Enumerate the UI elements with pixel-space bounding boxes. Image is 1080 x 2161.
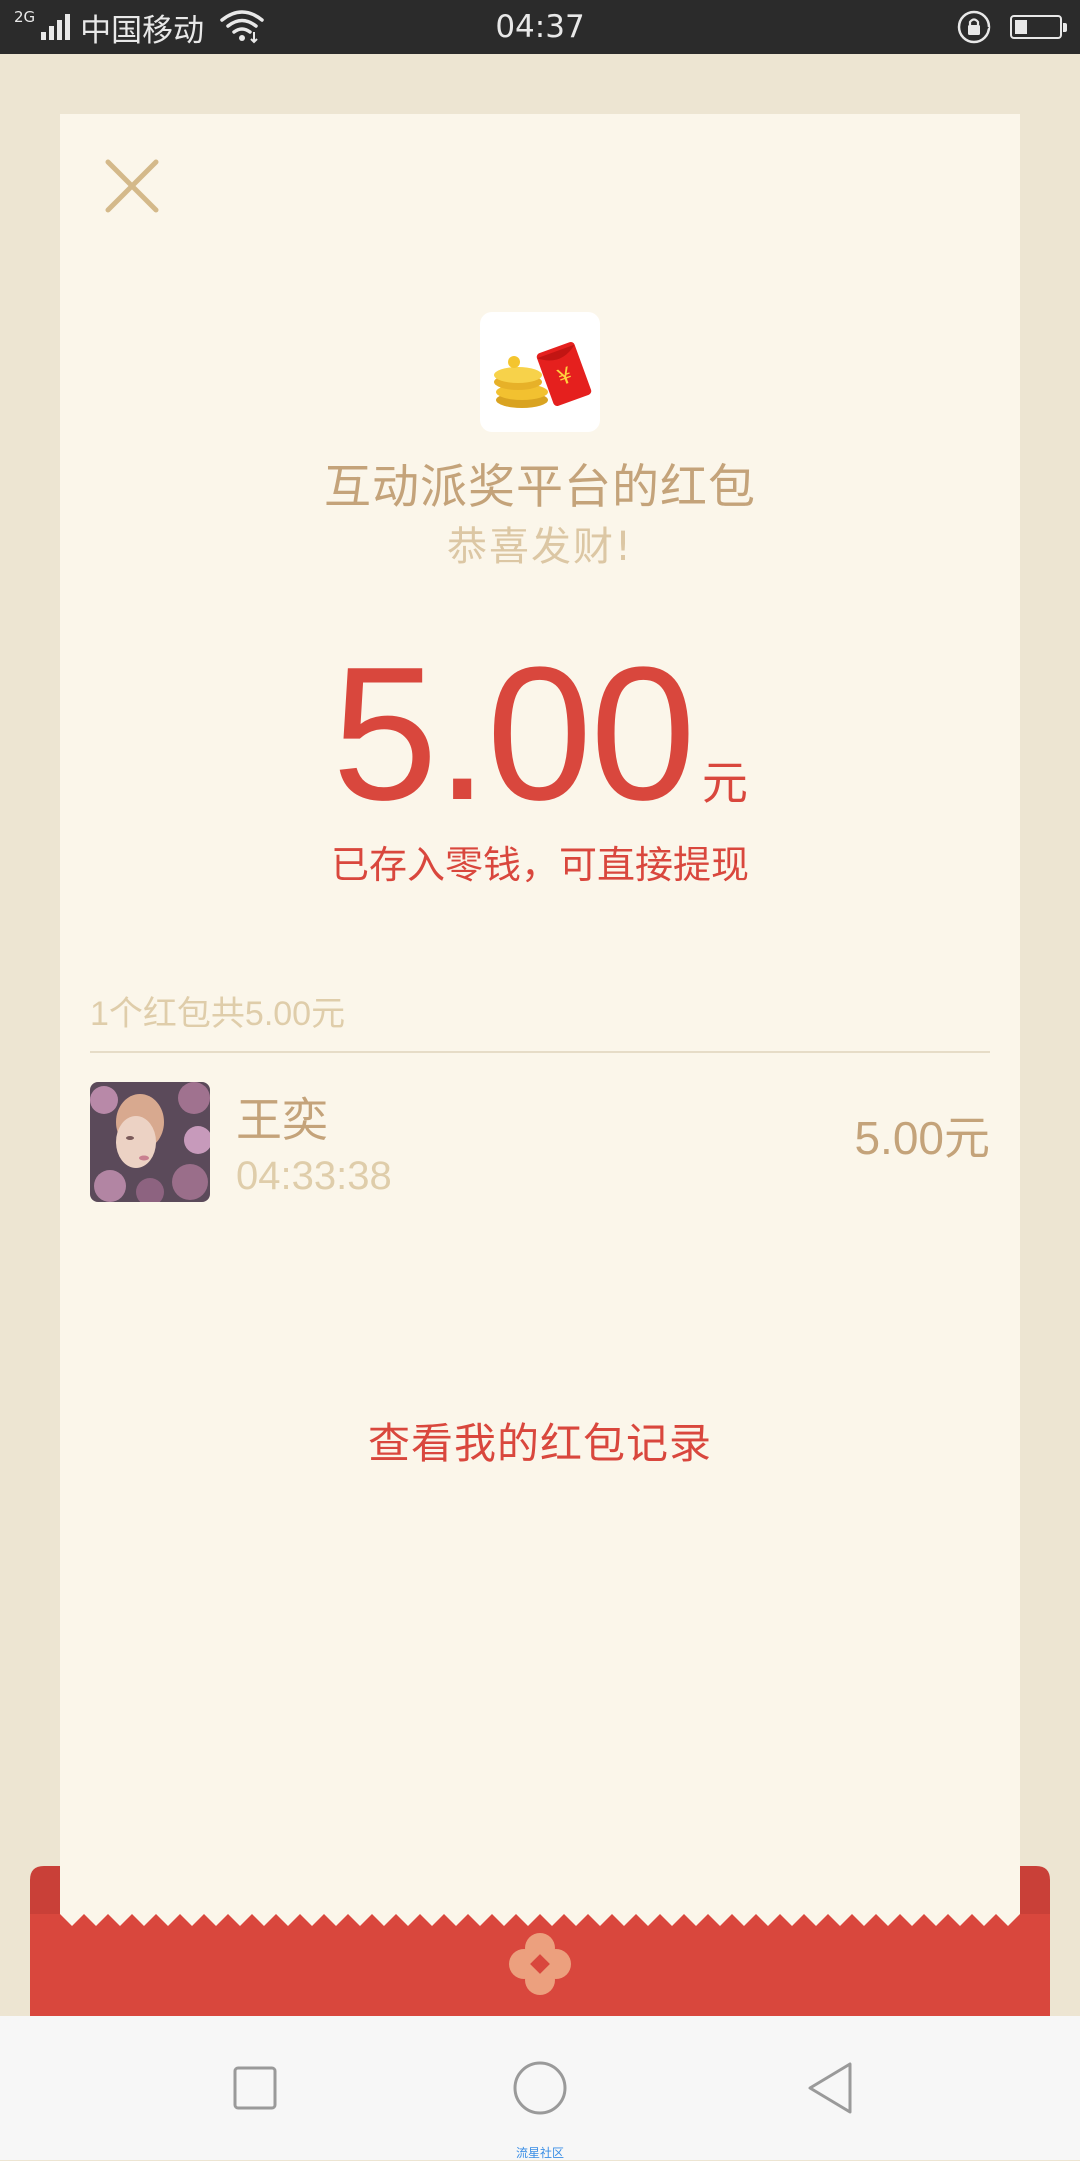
home-icon: [513, 2061, 567, 2115]
red-packet-detail-card: ¥ 互动派奖平台的红包 恭喜发财! 5.00 元 已存入零钱，可直接提现 1个红包…: [60, 114, 1020, 1926]
record-amount: 5.00元: [854, 1112, 990, 1164]
list-item[interactable]: 王奕 04:33:38 5.00元: [90, 1082, 990, 1206]
record-time: 04:33:38: [236, 1154, 392, 1198]
system-nav-bar: [0, 2016, 1080, 2160]
deposit-note: 已存入零钱，可直接提现: [330, 843, 749, 887]
avatar: [90, 1082, 210, 1202]
card-serrated-edge: [60, 1914, 1020, 1926]
status-bar: 2G 中国移动 04:37: [0, 0, 1080, 54]
greeting-text: 恭喜发财!: [446, 524, 634, 570]
back-button[interactable]: [795, 2058, 865, 2118]
home-button[interactable]: [505, 2058, 575, 2118]
recent-apps-icon: [233, 2066, 277, 2110]
battery-icon: [1010, 15, 1067, 39]
recent-apps-button[interactable]: [220, 2058, 290, 2118]
back-icon: [808, 2062, 852, 2114]
rotation-lock-icon: [957, 10, 991, 44]
record-name: 王奕: [236, 1093, 328, 1147]
watermark: 流星社区: [515, 2146, 564, 2160]
close-icon[interactable]: [100, 154, 164, 218]
status-time: 04:37: [495, 9, 585, 45]
sender-name: 互动派奖平台的红包: [324, 460, 756, 515]
amount-unit: 元: [701, 756, 748, 810]
amount-value: 5.00: [332, 628, 696, 840]
red-packet-logo: ¥: [480, 312, 600, 432]
status-right: [956, 0, 1067, 54]
packet-summary: 1个红包共5.00元: [90, 995, 346, 1033]
view-my-records-link[interactable]: 查看我的红包记录: [60, 1410, 1020, 1471]
amount-display: 5.00 元: [60, 634, 1020, 834]
divider: [90, 1051, 990, 1053]
